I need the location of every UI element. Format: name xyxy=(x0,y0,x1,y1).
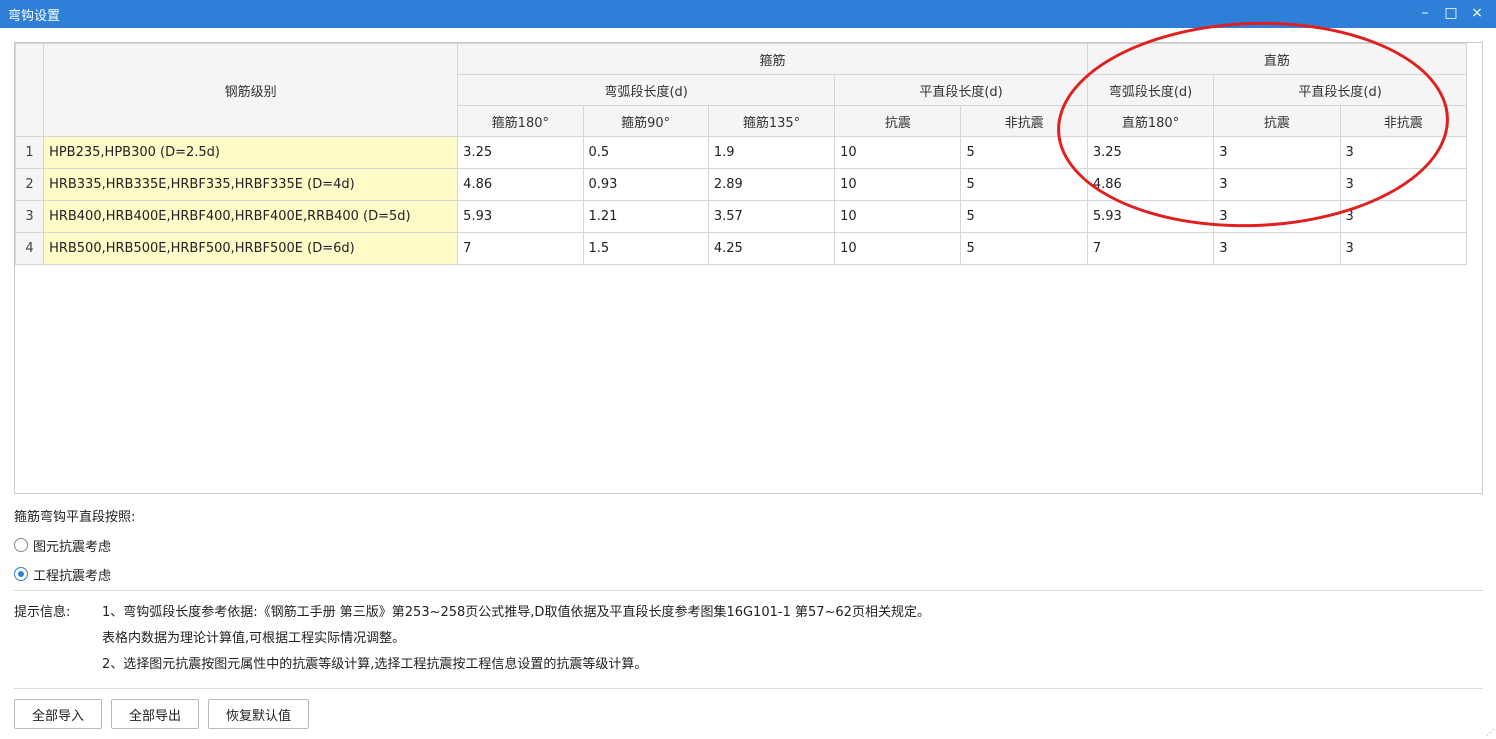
value-cell[interactable]: 3.25 xyxy=(1086,136,1215,169)
resize-grip-icon[interactable]: ⋰ xyxy=(1486,729,1494,737)
header-stirrup: 箍筋 xyxy=(457,43,1088,75)
value-cell[interactable]: 7 xyxy=(1086,232,1215,265)
value-cell[interactable]: 4.86 xyxy=(457,168,584,201)
value-cell[interactable]: 1.5 xyxy=(582,232,709,265)
grade-cell[interactable]: HRB400,HRB400E,HRBF400,HRBF400E,RRB400 (… xyxy=(43,200,459,233)
value-cell[interactable]: 0.5 xyxy=(582,136,709,169)
window-controls: – □ × xyxy=(1412,2,1490,24)
header-col: 直筋180° xyxy=(1086,105,1215,137)
header-col: 抗震 xyxy=(1213,105,1341,137)
export-all-button[interactable]: 全部导出 xyxy=(111,699,200,729)
tip-line: 1、弯钩弧段长度参考依据:《钢筋工手册 第三版》第253~258页公式推导,D取… xyxy=(102,605,930,620)
value-cell[interactable]: 5 xyxy=(960,136,1088,169)
value-cell[interactable]: 3 xyxy=(1213,200,1341,233)
row-number: 4 xyxy=(14,232,45,265)
value-cell[interactable]: 5 xyxy=(960,200,1088,233)
value-cell[interactable]: 0.93 xyxy=(582,168,709,201)
header-straight: 直筋 xyxy=(1086,43,1468,75)
header-col: 非抗震 xyxy=(960,105,1088,137)
value-cell[interactable]: 4.25 xyxy=(707,232,836,265)
row-number: 2 xyxy=(14,168,45,201)
value-cell[interactable]: 10 xyxy=(834,168,962,201)
header-grade: 钢筋级别 xyxy=(43,43,459,137)
stirrup-hook-setting: 箍筋弯钩平直段按照: 图元抗震考虑 工程抗震考虑 xyxy=(14,506,135,593)
value-cell[interactable]: 5 xyxy=(960,232,1088,265)
value-cell[interactable]: 4.86 xyxy=(1086,168,1215,201)
window-title: 弯钩设置 xyxy=(8,9,61,24)
header-row-1: 钢筋级别 箍筋 直筋 xyxy=(14,43,1468,137)
tips-heading: 提示信息: xyxy=(14,605,71,620)
divider xyxy=(14,590,1483,591)
table-row: 2 HRB335,HRB335E,HRBF335,HRBF335E (D=4d) 4… xyxy=(14,168,1468,201)
title-bar: 弯钩设置 – □ × xyxy=(0,0,1496,28)
value-cell[interactable]: 5.93 xyxy=(1086,200,1215,233)
value-cell[interactable]: 2.89 xyxy=(707,168,836,201)
value-cell[interactable]: 10 xyxy=(834,136,962,169)
grade-cell[interactable]: HPB235,HPB300 (D=2.5d) xyxy=(43,136,459,169)
minimize-button[interactable]: – xyxy=(1412,2,1438,24)
value-cell[interactable]: 3 xyxy=(1213,136,1341,169)
button-bar: 全部导入 全部导出 恢复默认值 xyxy=(14,699,318,729)
value-cell[interactable]: 5.93 xyxy=(457,200,584,233)
header-straight-arc-length: 弯弧段长度(d) xyxy=(1086,74,1215,106)
header-col: 箍筋90° xyxy=(582,105,709,137)
value-cell[interactable]: 3 xyxy=(1213,168,1341,201)
header-col: 抗震 xyxy=(834,105,962,137)
close-button[interactable]: × xyxy=(1464,2,1490,24)
radio-button-element-seismic[interactable] xyxy=(14,538,28,552)
table-row: 4 HRB500,HRB500E,HRBF500,HRBF500E (D=6d) 7… xyxy=(14,232,1468,265)
value-cell[interactable]: 3 xyxy=(1339,232,1468,265)
header-col: 非抗震 xyxy=(1339,105,1468,137)
value-cell[interactable]: 3.57 xyxy=(707,200,836,233)
value-cell[interactable]: 1.9 xyxy=(707,136,836,169)
header-flat-length: 平直段长度(d) xyxy=(834,74,1088,106)
value-cell[interactable]: 5 xyxy=(960,168,1088,201)
radio-element-seismic[interactable]: 图元抗震考虑 xyxy=(14,535,135,555)
radio-label: 图元抗震考虑 xyxy=(33,539,112,555)
hook-table: 钢筋级别 箍筋 直筋 弯弧段长度(d) 平直段长度(d) 弯弧段长度(d) 平直… xyxy=(14,43,1468,265)
radio-label: 工程抗震考虑 xyxy=(33,568,112,584)
setting-label: 箍筋弯钩平直段按照: xyxy=(14,510,136,525)
table-row: 3 HRB400,HRB400E,HRBF400,HRBF400E,RRB400 … xyxy=(14,200,1468,233)
radio-button-project-seismic[interactable] xyxy=(14,567,28,581)
value-cell[interactable]: 3 xyxy=(1213,232,1341,265)
header-arc-length: 弯弧段长度(d) xyxy=(457,74,836,106)
table-body: 1 HPB235,HPB300 (D=2.5d) 3.25 0.5 1.9 10 5 3.25… xyxy=(14,136,1468,265)
tips-lines: 1、弯钩弧段长度参考依据:《钢筋工手册 第三版》第253~258页公式推导,D取… xyxy=(102,600,930,678)
value-cell[interactable]: 3.25 xyxy=(457,136,584,169)
header-col: 箍筋180° xyxy=(457,105,584,137)
grade-cell[interactable]: HRB500,HRB500E,HRBF500,HRBF500E (D=6d) xyxy=(43,232,459,265)
divider xyxy=(14,688,1483,689)
row-number: 1 xyxy=(14,136,45,169)
value-cell[interactable]: 3 xyxy=(1339,136,1468,169)
header-straight-flat-length: 平直段长度(d) xyxy=(1213,74,1467,106)
header-col: 箍筋135° xyxy=(707,105,836,137)
tip-line: 表格内数据为理论计算值,可根据工程实际情况调整。 xyxy=(102,631,406,646)
value-cell[interactable]: 3 xyxy=(1339,200,1468,233)
value-cell[interactable]: 10 xyxy=(834,200,962,233)
hook-settings-grid: 钢筋级别 箍筋 直筋 弯弧段长度(d) 平直段长度(d) 弯弧段长度(d) 平直… xyxy=(14,42,1483,494)
import-all-button[interactable]: 全部导入 xyxy=(14,699,103,729)
header-corner xyxy=(14,43,45,137)
restore-default-button[interactable]: 恢复默认值 xyxy=(208,699,310,729)
grade-cell[interactable]: HRB335,HRB335E,HRBF335,HRBF335E (D=4d) xyxy=(43,168,459,201)
tip-line: 2、选择图元抗震按图元属性中的抗震等级计算,选择工程抗震按工程信息设置的抗震等级… xyxy=(102,657,648,672)
maximize-button[interactable]: □ xyxy=(1438,2,1464,24)
radio-project-seismic[interactable]: 工程抗震考虑 xyxy=(14,564,135,584)
value-cell[interactable]: 1.21 xyxy=(582,200,709,233)
value-cell[interactable]: 10 xyxy=(834,232,962,265)
value-cell[interactable]: 7 xyxy=(457,232,584,265)
table-row: 1 HPB235,HPB300 (D=2.5d) 3.25 0.5 1.9 10 5 3.25… xyxy=(14,136,1468,169)
row-number: 3 xyxy=(14,200,45,233)
value-cell[interactable]: 3 xyxy=(1339,168,1468,201)
